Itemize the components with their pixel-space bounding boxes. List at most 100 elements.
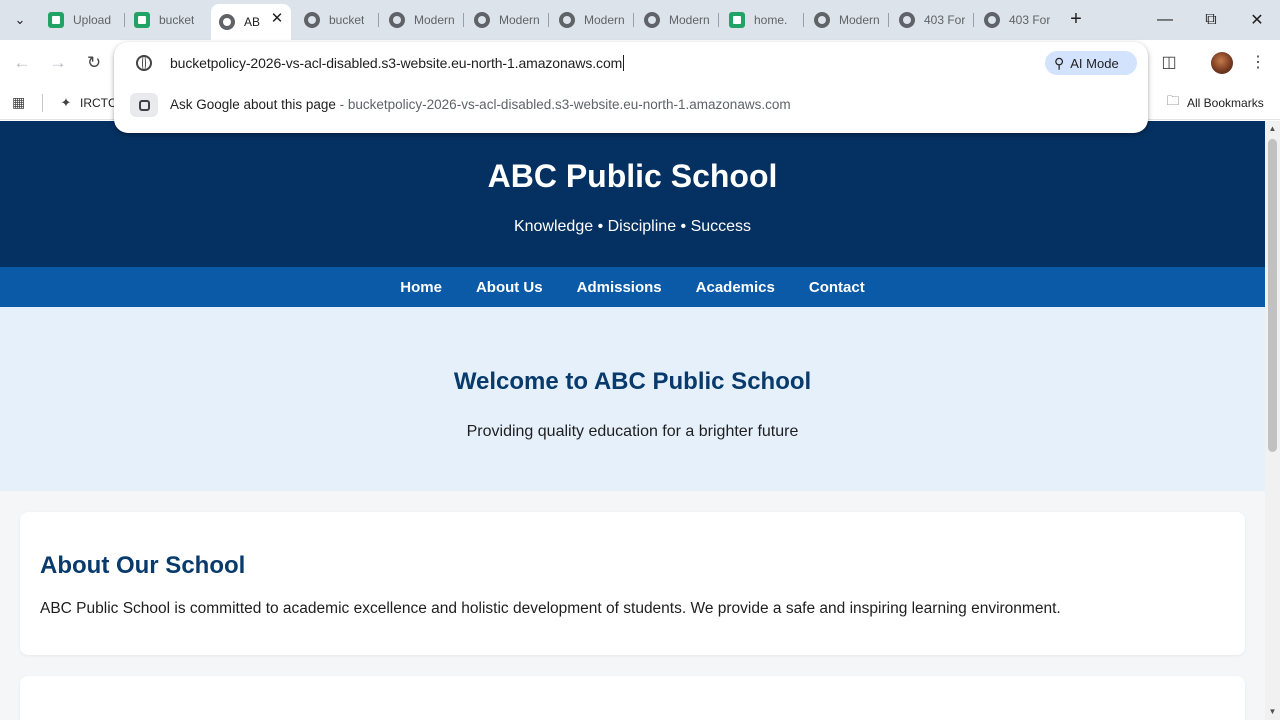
reload-button[interactable]: ↻ [82, 51, 106, 75]
ai-mode-button[interactable]: ⚲ AI Mode [1045, 51, 1137, 75]
profile-avatar[interactable] [1211, 52, 1233, 74]
tab[interactable]: Modern [551, 6, 631, 34]
suggestion-text: Ask Google about this page - bucketpolic… [170, 97, 791, 112]
tab-separator [378, 13, 379, 27]
sheet-icon [729, 12, 745, 28]
menu-button[interactable]: ⋮ [1246, 51, 1270, 75]
tab[interactable]: Modern [466, 6, 546, 34]
nav-link-home[interactable]: Home [400, 279, 442, 296]
folder-icon: 🗀 [1166, 93, 1180, 108]
hero-section: Welcome to ABC Public School Providing q… [0, 307, 1265, 491]
puzzle-icon: ◫ [1161, 54, 1177, 71]
all-bookmarks-button[interactable]: 🗀 All Bookmarks [1165, 93, 1264, 113]
tab-separator [718, 13, 719, 27]
reload-icon: ↻ [86, 53, 102, 72]
close-icon: ✕ [1250, 12, 1264, 29]
tab[interactable]: Modern [806, 6, 886, 34]
suggestion-prefix: Ask Google about this page [170, 97, 336, 112]
new-tab-button[interactable]: + [1064, 8, 1088, 32]
tab[interactable]: bucket [296, 6, 376, 34]
tab[interactable]: 403 For [891, 6, 971, 34]
tab[interactable]: bucket [126, 6, 206, 34]
bookmark-item[interactable]: ✦ IRCTC [58, 93, 117, 113]
about-title: About Our School [40, 552, 246, 579]
extensions-button[interactable]: ◫ [1157, 51, 1181, 75]
nav-link-admissions[interactable]: Admissions [577, 279, 662, 296]
site-info-globe-icon[interactable] [136, 55, 152, 71]
close-tab-icon[interactable]: ✕ [269, 11, 285, 27]
globe-icon [559, 12, 575, 28]
globe-icon [899, 12, 915, 28]
tab-separator [633, 13, 634, 27]
restore-button[interactable]: ⧉ [1188, 0, 1234, 40]
page-viewport: ABC Public School Knowledge • Discipline… [0, 121, 1265, 720]
irctc-logo-icon: ✦ [60, 95, 72, 110]
google-lens-icon [130, 93, 158, 117]
back-button[interactable]: ← [10, 51, 34, 75]
bookmarks-separator [42, 94, 43, 112]
nav-link-about-us[interactable]: About Us [476, 279, 543, 296]
search-sparkle-icon: ⚲ [1054, 54, 1065, 71]
globe-icon [814, 12, 830, 28]
nav-link-academics[interactable]: Academics [696, 279, 775, 296]
tab-label: Upload [73, 13, 112, 27]
scrollbar-thumb[interactable] [1268, 139, 1277, 452]
minimize-icon: — [1157, 11, 1173, 28]
site-nav: Home About Us Admissions Academics Conta… [0, 267, 1265, 307]
hero-subtitle: Providing quality education for a bright… [466, 423, 799, 440]
tab-label: Modern [839, 13, 880, 27]
bookmark-label: IRCTC [80, 96, 117, 110]
chevron-down-icon: ⌄ [14, 12, 26, 27]
address-text: bucketpolicy-2026-vs-acl-disabled.s3-web… [170, 55, 623, 71]
restore-icon: ⧉ [1205, 11, 1217, 28]
tab[interactable]: home. [721, 6, 801, 34]
sheet-icon [48, 12, 64, 28]
site-tagline: Knowledge • Discipline • Success [513, 218, 752, 235]
globe-icon [474, 12, 490, 28]
suggestion-separator: - [335, 97, 348, 112]
all-bookmarks-label: All Bookmarks [1187, 96, 1264, 110]
tab-separator [463, 13, 464, 27]
tab[interactable]: Upload [40, 6, 122, 34]
tab-label: 403 For [924, 13, 966, 27]
tab-active[interactable]: AB ✕ [211, 4, 291, 40]
tab-label: 403 For [1009, 13, 1051, 27]
tab-label: bucket [159, 13, 195, 27]
tab-separator [548, 13, 549, 27]
ai-mode-label: AI Mode [1070, 55, 1119, 71]
about-text: ABC Public School is committed to academ… [40, 600, 1061, 617]
tab-search-button[interactable]: ⌄ [7, 7, 33, 33]
scroll-up-icon[interactable]: ▲ [1268, 124, 1277, 134]
more-vertical-icon: ⋮ [1250, 54, 1266, 71]
apps-grid-icon[interactable]: ▦ [12, 94, 28, 110]
close-window-button[interactable]: ✕ [1234, 0, 1280, 40]
globe-icon [219, 14, 235, 30]
nav-link-contact[interactable]: Contact [809, 279, 865, 296]
page-scrollbar[interactable]: ▲ ▼ [1265, 121, 1280, 720]
globe-icon [389, 12, 405, 28]
forward-button[interactable]: → [46, 51, 70, 75]
suggestion-url: bucketpolicy-2026-vs-acl-disabled.s3-web… [347, 97, 791, 112]
plus-icon: + [1070, 8, 1082, 30]
tab-label: AB [244, 15, 261, 29]
tab-label: Modern [414, 13, 455, 27]
address-input[interactable]: bucketpolicy-2026-vs-acl-disabled.s3-web… [170, 55, 625, 71]
tab-label: Modern [669, 13, 710, 27]
sheet-icon [134, 12, 150, 28]
arrow-left-icon: ← [13, 53, 31, 72]
address-bar-dropdown: bucketpolicy-2026-vs-acl-disabled.s3-web… [114, 42, 1148, 133]
tab[interactable]: Modern [636, 6, 716, 34]
tab-separator [803, 13, 804, 27]
tab-separator [124, 13, 125, 27]
scroll-down-icon[interactable]: ▼ [1268, 707, 1277, 717]
tab[interactable]: 403 For [976, 6, 1056, 34]
arrow-right-icon: → [49, 53, 67, 72]
tab-label: Modern [584, 13, 625, 27]
hero-title: Welcome to ABC Public School [453, 368, 812, 395]
about-card: About Our School ABC Public School is co… [20, 512, 1245, 655]
globe-icon [984, 12, 1000, 28]
tab[interactable]: Modern [381, 6, 461, 34]
tab-label: home. [754, 13, 788, 27]
minimize-button[interactable]: — [1142, 0, 1188, 40]
omnibox-suggestion[interactable]: Ask Google about this page - bucketpolic… [114, 88, 1148, 122]
